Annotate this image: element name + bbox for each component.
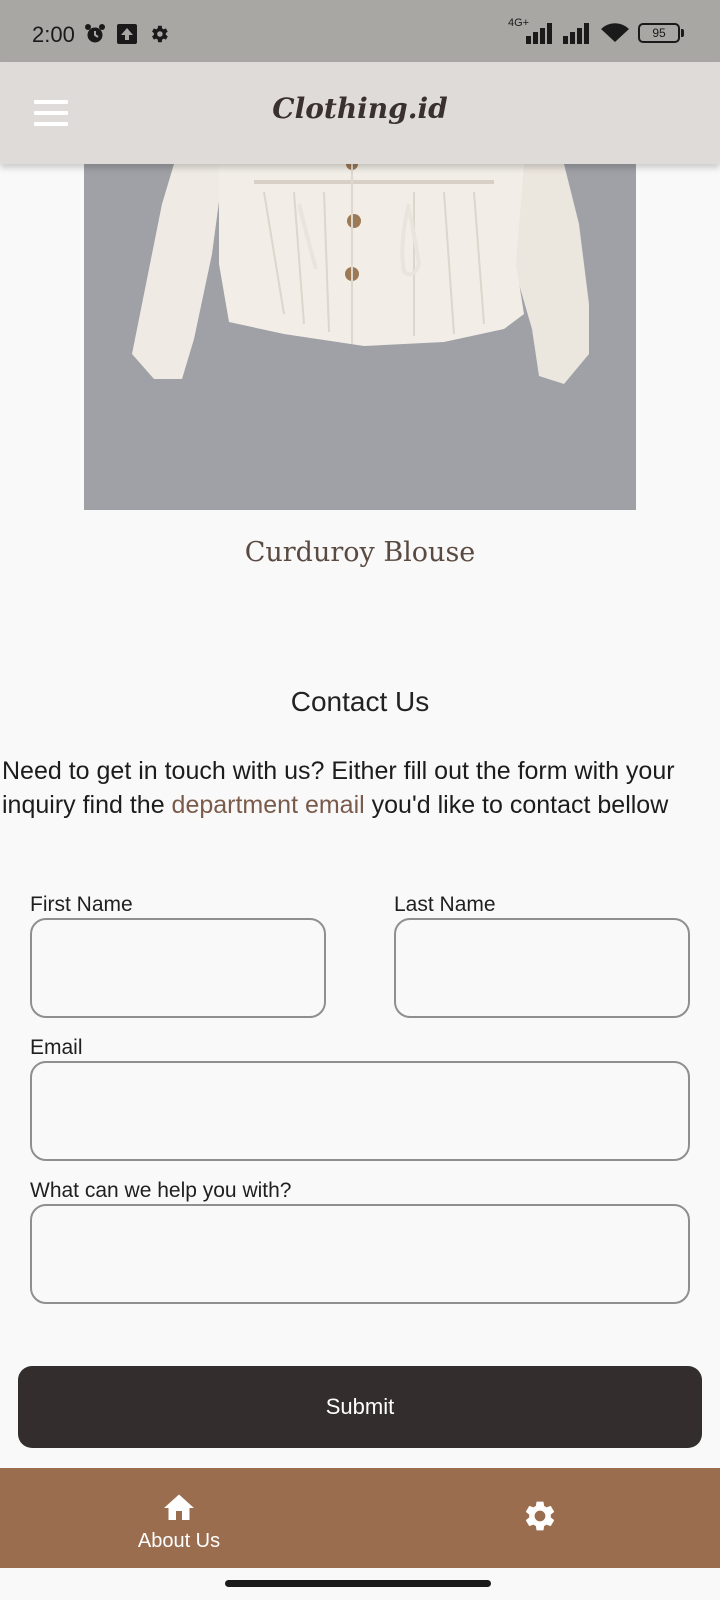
email-label: Email bbox=[30, 1036, 83, 1059]
settings-status-icon bbox=[152, 25, 168, 43]
upload-icon bbox=[117, 24, 137, 44]
app-bar: Clothing.id bbox=[0, 62, 720, 164]
wifi-icon bbox=[601, 23, 629, 42]
status-time: 2:00 bbox=[32, 22, 75, 47]
nav-item-settings[interactable] bbox=[440, 1468, 640, 1568]
alarm-icon bbox=[85, 24, 105, 43]
battery-level: 95 bbox=[652, 26, 666, 40]
last-name-label: Last Name bbox=[394, 893, 496, 916]
cellular-signal-2-icon bbox=[563, 23, 589, 44]
home-icon bbox=[164, 1494, 194, 1520]
product-image bbox=[84, 164, 636, 510]
status-bar: 2:00 4G+ 95 bbox=[0, 0, 720, 62]
nav-item-about-us[interactable]: About Us bbox=[79, 1468, 279, 1568]
status-icons-left bbox=[84, 23, 170, 45]
status-icons-right: 4G+ 95 bbox=[508, 17, 684, 44]
submit-button[interactable]: Submit bbox=[18, 1366, 702, 1448]
nav-label-about-us: About Us bbox=[137, 1530, 221, 1552]
gear-icon bbox=[525, 1501, 555, 1531]
contact-title: Contact Us bbox=[290, 686, 430, 717]
help-field[interactable] bbox=[30, 1204, 690, 1304]
email-field[interactable] bbox=[30, 1061, 690, 1161]
gesture-bar-area bbox=[0, 1568, 720, 1600]
blouse-illustration bbox=[84, 164, 636, 510]
gesture-handle[interactable] bbox=[225, 1580, 491, 1587]
first-name-field[interactable] bbox=[30, 918, 326, 1018]
battery-icon: 95 bbox=[638, 23, 684, 43]
contact-description: Need to get in touch with us? Either fil… bbox=[2, 754, 718, 822]
last-name-field[interactable] bbox=[394, 918, 690, 1018]
department-email-link[interactable]: department email bbox=[172, 791, 365, 819]
cellular-signal-icon: 4G+ bbox=[508, 17, 554, 44]
contact-text-part: you'd like to contact bellow bbox=[364, 791, 669, 819]
bottom-nav: About Us bbox=[0, 1468, 720, 1568]
first-name-label: First Name bbox=[30, 893, 133, 916]
help-label: What can we help you with? bbox=[30, 1179, 292, 1202]
product-name: Curduroy Blouse bbox=[244, 537, 476, 568]
app-title: Clothing.id bbox=[272, 92, 448, 125]
